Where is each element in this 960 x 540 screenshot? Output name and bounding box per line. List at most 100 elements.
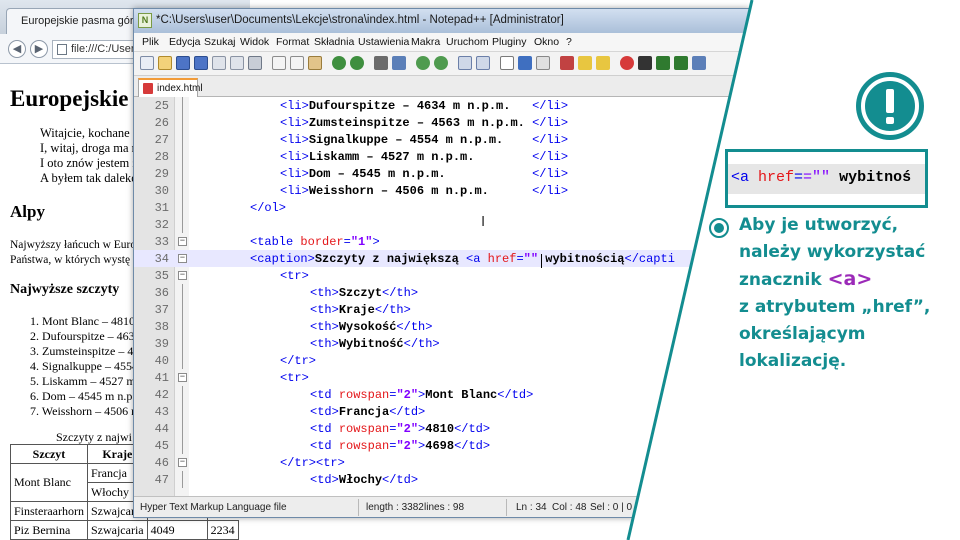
redo-icon[interactable] <box>350 56 364 70</box>
menu-ustawienia[interactable]: Ustawienia <box>358 36 409 48</box>
fold-guide <box>182 284 183 301</box>
browser-tab[interactable]: Europejskie pasma górskie <box>6 8 138 34</box>
paste-icon[interactable] <box>308 56 322 70</box>
stop-macro-icon[interactable] <box>638 56 652 70</box>
back-button[interactable]: ◀ <box>8 40 26 58</box>
line-number: 36 <box>154 286 169 300</box>
zoom-in-icon[interactable] <box>416 56 430 70</box>
code-line: 44 <td rowspan="2">4810</td> <box>134 420 749 437</box>
show-all-icon[interactable] <box>518 56 532 70</box>
page-heading: Europejskie <box>10 86 129 111</box>
fold-guide <box>182 131 183 148</box>
new-file-icon[interactable] <box>140 56 154 70</box>
peak-list-item: 6. Dom – 4545 m n.p. <box>30 389 136 403</box>
line-number: 45 <box>154 439 169 453</box>
menu-edycja[interactable]: Edycja <box>169 36 201 48</box>
line-number: 32 <box>154 218 169 232</box>
fold-toggle[interactable]: − <box>178 458 187 467</box>
menu-widok[interactable]: Widok <box>240 36 269 48</box>
find-icon[interactable] <box>374 56 388 70</box>
zoomed-code-text: <a href=="" wybitnoś <box>728 164 925 194</box>
info-line: lokalizację. <box>739 351 847 371</box>
word-wrap-icon[interactable] <box>500 56 514 70</box>
menu-plik[interactable]: Plik <box>142 36 159 48</box>
code-text: </ol> <box>250 201 287 215</box>
alps-text-line: Najwyższy łańcuch w Euro <box>10 239 137 251</box>
udl-icon[interactable] <box>560 56 574 70</box>
forward-button[interactable]: ▶ <box>30 40 48 58</box>
play-macro-icon[interactable] <box>656 56 670 70</box>
fold-toggle[interactable]: − <box>178 373 187 382</box>
fold-toggle[interactable]: − <box>178 271 187 280</box>
save-all-icon[interactable] <box>194 56 208 70</box>
doc-map-icon[interactable] <box>578 56 592 70</box>
info-text-fragment: znacznik <box>739 270 828 290</box>
copy-icon[interactable] <box>290 56 304 70</box>
code-text: <caption>Szczyty z największą <a href=""… <box>250 252 675 266</box>
menu-bar: Plik Edycja Szukaj Widok Format Składnia… <box>134 33 749 52</box>
paragraph-line: Witajcie, kochane g <box>40 126 140 140</box>
menu-szukaj[interactable]: Szukaj <box>204 36 236 48</box>
notepad-plus-icon: N <box>138 13 152 28</box>
sync-scroll-icon[interactable] <box>458 56 472 70</box>
function-list-icon[interactable] <box>596 56 610 70</box>
record-macro-icon[interactable] <box>620 56 634 70</box>
close-all-icon[interactable] <box>230 56 244 70</box>
peak-list-item: 3. Zumsteinspitze – 45 <box>30 344 140 358</box>
code-text: <th>Kraje</th> <box>310 303 411 317</box>
fold-toggle[interactable]: − <box>178 237 187 246</box>
line-number: 35 <box>154 269 169 283</box>
close-file-icon[interactable] <box>212 56 226 70</box>
status-bar: Hyper Text Markup Language file length :… <box>134 496 749 517</box>
menu-help[interactable]: ? <box>566 36 572 48</box>
code-line: 30 <li>Weisshorn – 4506 m n.p.m. </li> <box>134 182 749 199</box>
tab-index-html[interactable]: index.html <box>138 78 203 97</box>
page-icon <box>57 44 67 55</box>
code-text: </tr><tr> <box>280 456 345 470</box>
code-text: <li>Dom – 4545 m n.p.m. </li> <box>280 167 569 181</box>
window-titlebar[interactable]: N *C:\Users\user\Documents\Lekcje\strona… <box>134 9 749 33</box>
line-number: 30 <box>154 184 169 198</box>
zoom-out-icon[interactable] <box>434 56 448 70</box>
sync-hscroll-icon[interactable] <box>476 56 490 70</box>
save-icon[interactable] <box>176 56 190 70</box>
menu-pluginy[interactable]: Pluginy <box>492 36 526 48</box>
code-text: <td rowspan="2">Mont Blanc</td> <box>310 388 534 402</box>
code-text: <tr> <box>280 371 309 385</box>
code-line: 42 <td rowspan="2">Mont Blanc</td> <box>134 386 749 403</box>
line-number: 40 <box>154 354 169 368</box>
menu-skladnia[interactable]: Składnia <box>314 36 354 48</box>
undo-icon[interactable] <box>332 56 346 70</box>
line-number: 38 <box>154 320 169 334</box>
tab-label: index.html <box>157 83 203 94</box>
menu-makra[interactable]: Makra <box>411 36 440 48</box>
open-folder-icon[interactable] <box>158 56 172 70</box>
line-number: 46 <box>154 456 169 470</box>
info-line: z atrybutem „href”, <box>739 297 931 317</box>
run-macro-icon[interactable] <box>674 56 688 70</box>
replace-icon[interactable] <box>392 56 406 70</box>
code-line: 33 − <table border="1"> <box>134 233 749 250</box>
code-line: 36 <th>Szczyt</th> <box>134 284 749 301</box>
cell-value: 4049 <box>150 522 175 537</box>
save-macro-icon[interactable] <box>692 56 706 70</box>
code-line: 35 − <tr> <box>134 267 749 284</box>
line-number: 42 <box>154 388 169 402</box>
table-cell: Szwajcaria <box>86 520 148 540</box>
fold-toggle[interactable]: − <box>178 254 187 263</box>
code-text: <li>Weisshorn – 4506 m n.p.m. </li> <box>280 184 569 198</box>
menu-format[interactable]: Format <box>276 36 309 48</box>
menu-uruchom[interactable]: Uruchom <box>446 36 489 48</box>
status-length: length : 3382 <box>366 502 424 513</box>
fold-guide <box>182 471 183 488</box>
unsaved-file-icon <box>143 83 153 94</box>
code-line: 40 </tr> <box>134 352 749 369</box>
table-caption: Szczyty z najwi <box>56 430 132 444</box>
info-line: określającym <box>739 324 866 344</box>
print-icon[interactable] <box>248 56 262 70</box>
indent-guide-icon[interactable] <box>536 56 550 70</box>
menu-okno[interactable]: Okno <box>534 36 559 48</box>
cut-icon[interactable] <box>272 56 286 70</box>
code-line: 26 <li>Zumsteinspitze – 4563 m n.p.m. </… <box>134 114 749 131</box>
code-editor[interactable]: 25 <li>Dufourspitze – 4634 m n.p.m. </li… <box>134 97 749 496</box>
